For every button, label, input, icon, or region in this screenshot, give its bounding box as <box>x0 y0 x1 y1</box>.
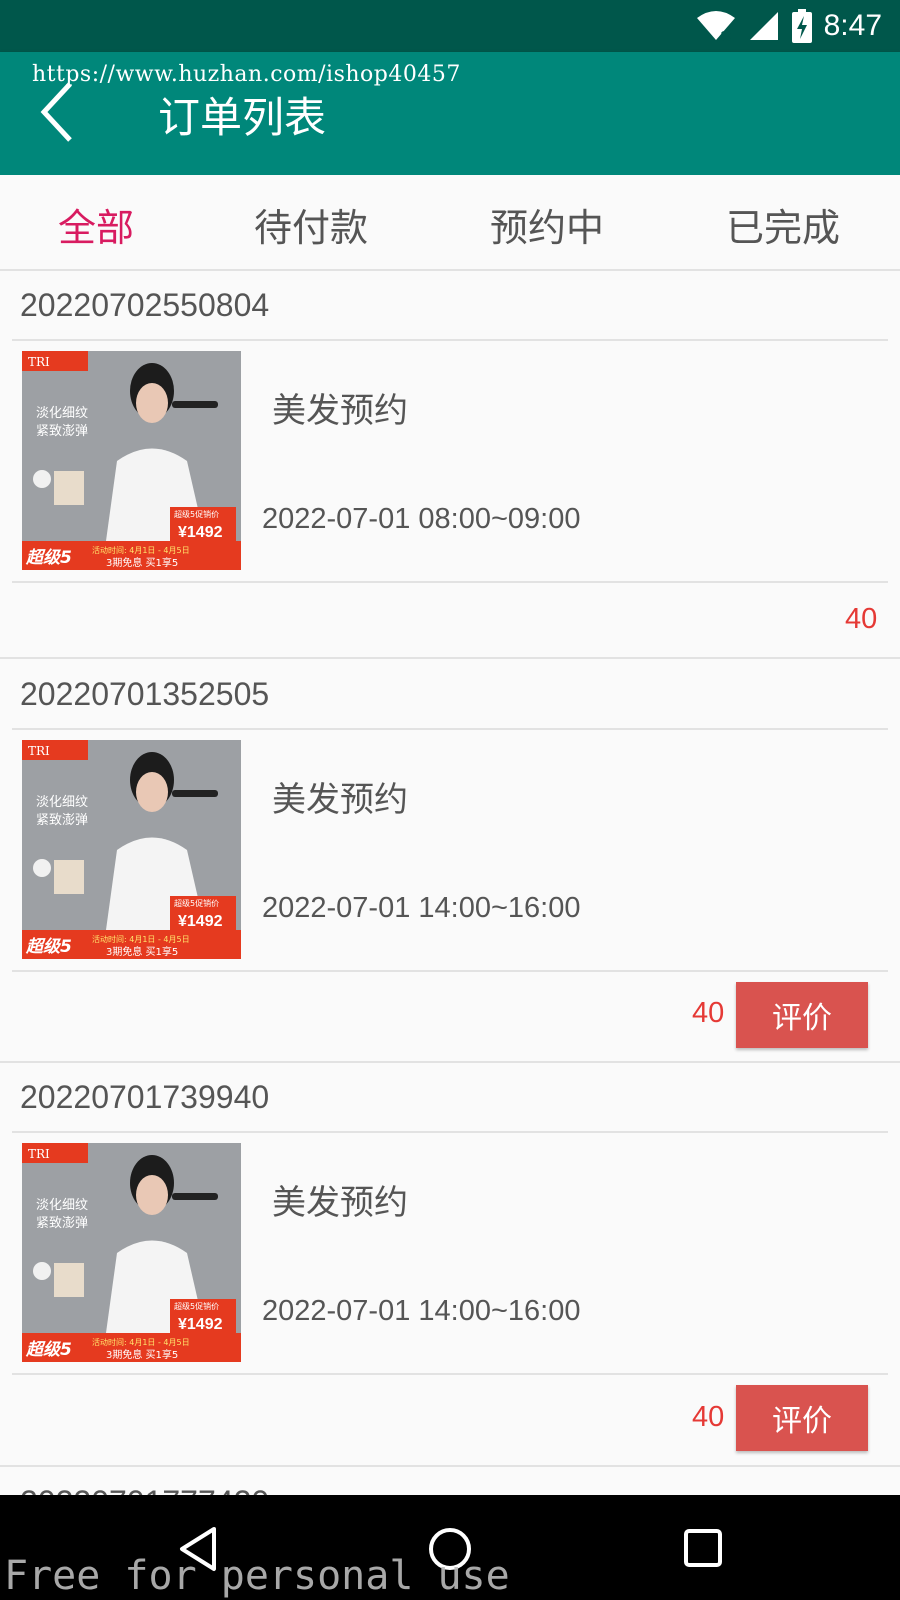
product-thumbnail: TRI 淡化细纹 紧致澎弹 超级5促销价 ¥1492 超级5 活动时间: 4月1… <box>22 1143 241 1362</box>
divider <box>12 1373 888 1375</box>
promo-line-2: 紧致澎弹 <box>36 813 88 828</box>
order-price: 40 <box>692 1401 725 1433</box>
banner-offer: 3期免息 买1享5 <box>106 945 178 958</box>
service-name: 美发预约 <box>272 391 408 431</box>
clock: 8:47 <box>823 9 882 42</box>
order-card[interactable]: 20220701739940 TRI 淡化细纹 紧致澎弹 超级5促销价 ¥149… <box>0 1063 900 1467</box>
footer-watermark: Free for personal use <box>4 1553 510 1599</box>
promo-tag: 超级5促销价 <box>174 898 219 908</box>
divider <box>12 581 888 583</box>
divider <box>12 970 888 972</box>
signal-icon <box>749 12 778 40</box>
order-number: 20220702550804 <box>20 287 270 323</box>
appointment-time: 2022-07-01 14:00~16:00 <box>262 1295 581 1327</box>
banner-small: 活动时间: 4月1日 - 4月5日 <box>92 545 190 555</box>
promo-line-2: 紧致澎弹 <box>36 424 88 439</box>
banner-offer: 3期免息 买1享5 <box>106 1348 178 1361</box>
order-price: 40 <box>692 997 725 1029</box>
promo-line-1: 淡化细纹 <box>36 406 88 421</box>
order-number: 20220701739940 <box>20 1079 270 1115</box>
status-bar: 8:47 <box>0 0 900 52</box>
chevron-left-icon[interactable] <box>36 80 80 144</box>
product-thumbnail: TRI 淡化细纹 紧致澎弹 超级5促销价 ¥1492 超级5 活动时间: 4月1… <box>22 351 241 570</box>
order-number: 20220701352505 <box>20 676 270 712</box>
tab-bar: 全部 待付款 预约中 已完成 <box>0 175 900 271</box>
tab-all[interactable]: 全部 <box>58 197 134 252</box>
recents-square-icon[interactable] <box>676 1521 732 1577</box>
tab-completed[interactable]: 已完成 <box>726 197 840 252</box>
promo-line-1: 淡化细纹 <box>36 1198 88 1213</box>
review-button[interactable]: 评价 <box>736 1385 868 1451</box>
divider <box>12 339 888 341</box>
banner-big: 超级5 <box>25 937 72 957</box>
appointment-time: 2022-07-01 14:00~16:00 <box>262 892 581 924</box>
app-bar: https://www.huzhan.com/ishop40457 订单列表 <box>0 52 900 175</box>
promo-line-1: 淡化细纹 <box>36 795 88 810</box>
divider <box>12 1131 888 1133</box>
wifi-icon <box>696 11 735 42</box>
banner-small: 活动时间: 4月1日 - 4月5日 <box>92 934 190 944</box>
appointment-time: 2022-07-01 08:00~09:00 <box>262 503 581 535</box>
banner-big: 超级5 <box>25 1340 72 1360</box>
product-image: TRI 淡化细纹 紧致澎弹 超级5促销价 ¥1492 超级5 活动时间: 4月1… <box>22 351 241 570</box>
banner-big: 超级5 <box>25 548 72 568</box>
order-card[interactable]: 20220702550804 TRI 淡化细纹 紧致澎弹 超级5促销价 ¥149… <box>0 271 900 659</box>
promo-price: ¥1492 <box>178 913 223 930</box>
banner-offer: 3期免息 买1享5 <box>106 556 178 569</box>
brand-logo: TRI <box>28 744 50 758</box>
brand-logo: TRI <box>28 1147 50 1161</box>
tab-pending-payment[interactable]: 待付款 <box>254 197 368 252</box>
review-button[interactable]: 评价 <box>736 982 868 1048</box>
order-price: 40 <box>845 603 878 635</box>
product-thumbnail: TRI 淡化细纹 紧致澎弹 超级5促销价 ¥1492 超级5 活动时间: 4月1… <box>22 740 241 959</box>
product-image: TRI 淡化细纹 紧致澎弹 超级5促销价 ¥1492 超级5 活动时间: 4月1… <box>22 1143 241 1362</box>
page-title: 订单列表 <box>158 93 327 142</box>
brand-logo: TRI <box>28 355 50 369</box>
promo-price: ¥1492 <box>178 524 223 541</box>
promo-tag: 超级5促销价 <box>174 509 219 519</box>
tab-booked[interactable]: 预约中 <box>490 197 604 252</box>
promo-line-2: 紧致澎弹 <box>36 1216 88 1231</box>
promo-tag: 超级5促销价 <box>174 1301 219 1311</box>
banner-small: 活动时间: 4月1日 - 4月5日 <box>92 1337 190 1347</box>
product-image: TRI 淡化细纹 紧致澎弹 超级5促销价 ¥1492 超级5 活动时间: 4月1… <box>22 740 241 959</box>
service-name: 美发预约 <box>272 780 408 820</box>
divider <box>12 728 888 730</box>
order-card[interactable]: 20220701352505 TRI 淡化细纹 紧致澎弹 超级5促销价 ¥149… <box>0 660 900 1063</box>
service-name: 美发预约 <box>272 1183 408 1223</box>
promo-price: ¥1492 <box>178 1316 223 1333</box>
battery-charging-icon <box>791 9 812 43</box>
